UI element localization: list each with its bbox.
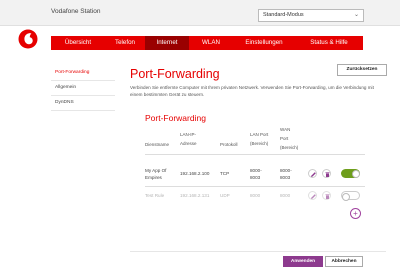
pencil-icon [311,194,316,199]
divider [130,251,386,252]
edit-button[interactable] [308,169,317,178]
sidebar-item-dyndns[interactable]: DynDNS [51,96,115,111]
header-service: Dienstname [145,142,170,147]
enable-toggle[interactable] [341,169,360,178]
nav-tab-phone[interactable]: Telefon [105,36,145,50]
nav-tab-settings[interactable]: Einstellungen [233,36,295,50]
cancel-button[interactable]: Abbrechen [325,256,363,267]
header-wan-port: WAN Port (Bereich) [280,127,299,150]
page-description: Verbinden Sie entfernte Computer mit Ihr… [130,85,374,97]
app-title: Vodafone Station [51,8,101,15]
sidebar-item-port-forwarding[interactable]: Port-Forwarding [51,66,115,81]
cell-service: My App Of Empires [145,168,167,180]
cell-protocol: TCP [220,171,230,176]
sidebar-item-general[interactable]: Allgemein [51,81,115,96]
page-title: Port-Forwarding [130,67,220,81]
cell-service: Test Rule [145,193,165,198]
cell-protocol: UDP [220,193,230,198]
nav-tab-wlan[interactable]: WLAN [189,36,233,50]
cell-wan-port: 8000- 8003 [280,168,292,180]
add-rule-button[interactable]: + [350,208,361,219]
section-title: Port-Forwarding [145,113,206,123]
apply-button[interactable]: Anwenden [283,256,323,267]
cell-lan-port: 8000- 8003 [250,168,262,180]
nav-tab-status-help[interactable]: Status & Hilfe [295,36,363,50]
cell-ip: 192.168.2.100 [180,171,210,176]
cell-wan-port: 8000 [280,193,291,198]
main-nav: Übersicht Telefon Internet WLAN Einstell… [51,36,363,50]
header-lan-ip: LAN-IP- Adresse [180,132,197,146]
vodafone-logo [18,29,38,49]
toggle-knob [342,192,350,201]
chevron-down-icon: ⌄ [353,12,359,18]
delete-button[interactable] [322,169,331,178]
pencil-icon [311,172,316,177]
sidebar: Port-Forwarding Allgemein DynDNS [51,66,115,111]
header-lan-port: LAN Port (Bereich) [250,132,269,146]
enable-toggle[interactable] [341,191,360,201]
top-bar: Vodafone Station Standard-Modus ⌄ [0,0,400,26]
divider [145,154,365,155]
mode-select-value: Standard-Modus [263,12,304,18]
trash-icon [325,194,330,199]
plus-icon: + [353,209,358,218]
nav-tab-overview[interactable]: Übersicht [51,36,105,50]
reset-button[interactable]: Zurücksetzen [337,64,387,76]
delete-button[interactable] [322,191,331,200]
header-protocol: Protokoll [220,142,238,147]
edit-button[interactable] [308,191,317,200]
nav-tab-internet[interactable]: Internet [145,36,189,50]
divider [145,186,365,187]
mode-select[interactable]: Standard-Modus ⌄ [258,9,364,22]
trash-icon [325,172,330,177]
cell-lan-port: 8000 [250,193,261,198]
toggle-knob [352,169,360,178]
cell-ip: 192.168.2.131 [180,193,210,198]
